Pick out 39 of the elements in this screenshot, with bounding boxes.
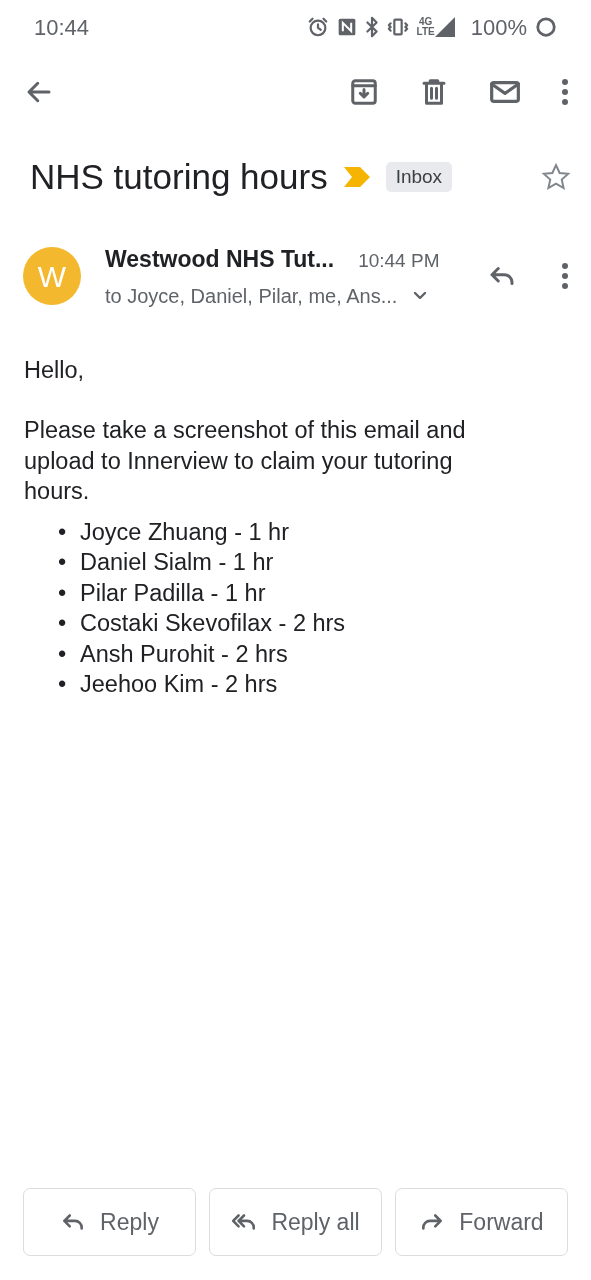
list-item: Ansh Purohit - 2 hrs: [80, 639, 288, 669]
more-icon[interactable]: [561, 78, 569, 106]
email-subject: NHS tutoring hours: [30, 155, 328, 198]
bullet-mark: •: [58, 517, 68, 547]
message-time: 10:44 PM: [358, 249, 440, 273]
more-icon[interactable]: [561, 262, 569, 291]
bluetooth-icon: [364, 16, 379, 38]
star-icon[interactable]: [541, 162, 571, 192]
recipients-text: to Joyce, Daniel, Pilar, me, Ans...: [105, 283, 398, 309]
list-item: Jeehoo Kim - 2 hrs: [80, 670, 278, 699]
importance-marker-icon[interactable]: [343, 167, 370, 187]
bullet-mark: •: [58, 670, 68, 699]
bullet-mark: •: [58, 609, 68, 638]
nfc-icon: [336, 17, 357, 37]
list-item: Costaki Skevofilax - 2 hrs: [80, 609, 346, 638]
battery-text: 100%: [470, 13, 527, 42]
action-button[interactable]: Reply all: [209, 1188, 382, 1256]
list-item: Joyce Zhuang - 1 hr: [80, 517, 289, 547]
clock-text: 10:44: [34, 13, 90, 42]
label-tag: Inbox: [385, 161, 453, 193]
action-button[interactable]: Reply: [23, 1188, 196, 1256]
action-button[interactable]: Forward: [395, 1188, 568, 1256]
signal-icon: [434, 17, 455, 37]
network-text: LTE: [416, 27, 435, 37]
bullet-mark: •: [58, 578, 68, 608]
bullet-mark: •: [58, 548, 68, 577]
vibrate-icon: [386, 16, 409, 38]
list-item: Pilar Padilla - 1 hr: [80, 578, 266, 608]
network-text: 4G: [418, 17, 433, 27]
alarm-icon: [306, 16, 329, 38]
avatar: W: [23, 247, 81, 306]
archive-icon[interactable]: [349, 77, 379, 107]
chevron-down-icon[interactable]: [413, 290, 428, 301]
bullet-mark: •: [58, 639, 68, 669]
list-item: Daniel Sialm - 1 hr: [80, 548, 274, 577]
body-paragraph: Please take a screenshot of this email and upload to Innerview to claim your tutoring hours.: [24, 416, 467, 506]
sender-name: Westwood NHS Tut...: [105, 245, 335, 274]
greeting-text: Hello,: [24, 355, 86, 385]
battery-icon: [535, 16, 557, 38]
